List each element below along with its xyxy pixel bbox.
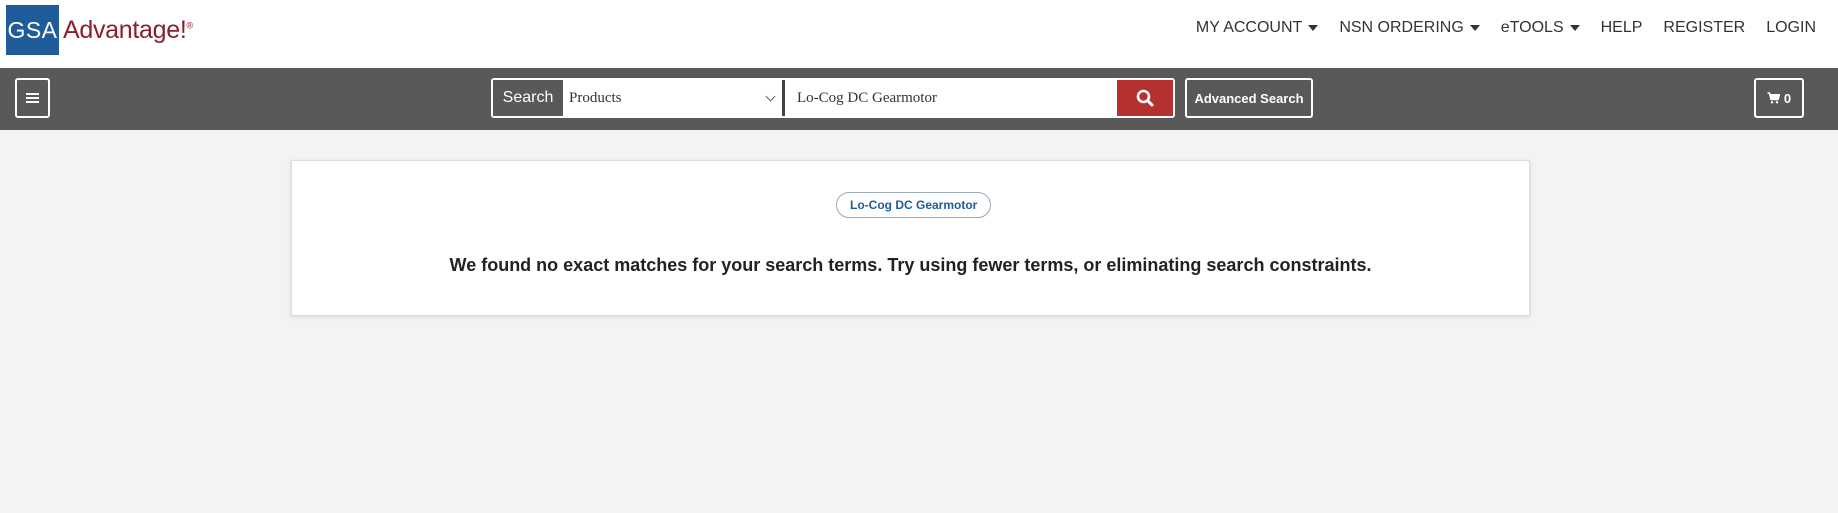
caret-down-icon (1308, 25, 1319, 31)
search-icon (1136, 89, 1154, 107)
logo-gsa-box: GSA (6, 5, 59, 55)
nav-nsn-ordering[interactable]: NSN ORDERING (1339, 19, 1480, 37)
search-input[interactable] (785, 80, 1117, 116)
search-group: Search Products (491, 78, 1175, 118)
caret-down-icon (1569, 25, 1580, 31)
cart-icon (1767, 92, 1780, 104)
nav-etools[interactable]: eTOOLS (1501, 19, 1580, 37)
category-select-value: Products (569, 89, 622, 106)
nav-my-account-label: MY ACCOUNT (1195, 19, 1303, 36)
nav-register[interactable]: REGISTER (1663, 19, 1745, 37)
gsa-advantage-logo[interactable]: GSA Advantage!® (6, 5, 193, 55)
menu-button[interactable] (15, 78, 50, 118)
caret-down-icon (1469, 25, 1480, 31)
chevron-down-icon (765, 91, 776, 102)
search-button[interactable] (1117, 80, 1173, 116)
hamburger-icon (26, 92, 39, 104)
cart-button[interactable]: 0 (1754, 78, 1804, 118)
advanced-search-button[interactable]: Advanced Search (1185, 78, 1313, 118)
search-toolbar: Search Products Advanced Search 0 (0, 68, 1838, 130)
logo-advantage-text: Advantage!® (63, 16, 193, 45)
search-label: Search (493, 80, 563, 116)
nav-etools-label: eTOOLS (1500, 19, 1564, 36)
nav-register-label: REGISTER (1663, 19, 1746, 36)
top-nav: MY ACCOUNT NSN ORDERING eTOOLS HELP REGI… (1175, 19, 1816, 37)
nav-login[interactable]: LOGIN (1766, 19, 1816, 37)
nav-help[interactable]: HELP (1601, 19, 1643, 37)
nav-login-label: LOGIN (1766, 19, 1816, 36)
results-card: Lo-Cog DC Gearmotor We found no exact ma… (291, 160, 1530, 316)
no-results-message: We found no exact matches for your searc… (449, 255, 1372, 275)
nav-nsn-ordering-label: NSN ORDERING (1339, 19, 1464, 36)
nav-help-label: HELP (1600, 19, 1643, 36)
search-term-chip[interactable]: Lo-Cog DC Gearmotor (836, 192, 992, 218)
category-select[interactable]: Products (563, 80, 785, 116)
nav-my-account[interactable]: MY ACCOUNT (1195, 19, 1319, 37)
registered-mark: ® (186, 20, 194, 31)
cart-count: 0 (1783, 90, 1792, 106)
logo-advantage-word: Advantage! (63, 15, 187, 44)
top-header: GSA Advantage!® MY ACCOUNT NSN ORDERING … (0, 0, 1838, 68)
